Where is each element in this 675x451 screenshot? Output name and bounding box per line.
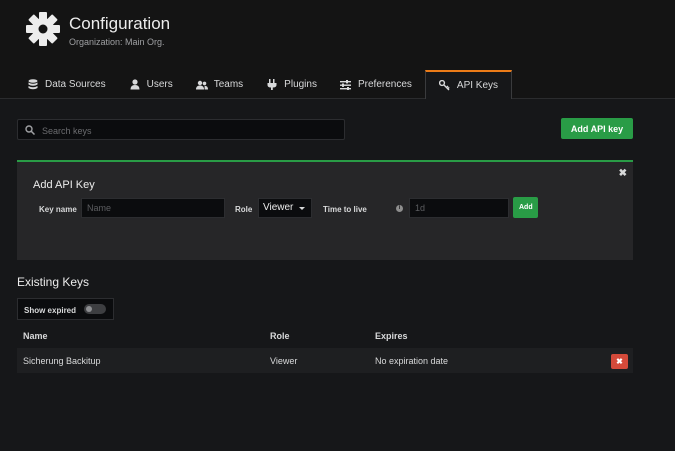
tab-preferences[interactable]: Preferences bbox=[330, 71, 425, 98]
ttl-label: Time to live bbox=[323, 205, 367, 214]
show-expired-label: Show expired bbox=[24, 306, 77, 315]
tab-api-keys[interactable]: API Keys bbox=[424, 70, 513, 99]
key-name-cell: Sicherung Backitup bbox=[23, 356, 101, 366]
ttl-input[interactable] bbox=[409, 198, 509, 218]
tab-label: Plugins bbox=[284, 79, 317, 90]
search-icon bbox=[25, 125, 35, 135]
tab-teams[interactable]: Teams bbox=[186, 71, 256, 98]
tab-users[interactable]: Users bbox=[119, 71, 186, 98]
search-box bbox=[17, 119, 345, 140]
column-header-expires: Expires bbox=[375, 331, 408, 341]
times-icon: ✖ bbox=[616, 357, 623, 366]
delete-key-button[interactable]: ✖ bbox=[611, 354, 628, 369]
column-header-role: Role bbox=[270, 331, 290, 341]
tab-bar: Data Sources Users Teams Plugins Prefere… bbox=[17, 70, 513, 99]
users-icon bbox=[195, 79, 208, 91]
search-input[interactable] bbox=[40, 122, 339, 139]
page-title: Configuration bbox=[69, 14, 171, 33]
role-select[interactable]: Viewer bbox=[258, 198, 312, 218]
user-icon bbox=[129, 79, 141, 91]
show-expired-switch: Show expired bbox=[17, 298, 114, 320]
toggle-knob bbox=[86, 306, 92, 312]
close-icon[interactable]: ✖ bbox=[619, 168, 627, 179]
column-header-name: Name bbox=[23, 331, 48, 341]
plug-icon bbox=[266, 79, 278, 91]
gear-icon bbox=[26, 12, 60, 46]
add-api-key-panel: ✖ Add API Key Key name Role Viewer Time … bbox=[17, 160, 633, 260]
key-name-input[interactable] bbox=[81, 198, 225, 218]
caret-down-icon bbox=[299, 207, 305, 210]
role-value: Viewer bbox=[263, 202, 294, 213]
key-name-label: Key name bbox=[39, 205, 77, 214]
info-icon[interactable]: i bbox=[396, 205, 403, 212]
database-icon bbox=[27, 79, 39, 91]
tab-label: Data Sources bbox=[45, 79, 106, 90]
key-role-cell: Viewer bbox=[270, 356, 298, 366]
add-api-key-button[interactable]: Add API key bbox=[561, 118, 633, 139]
table-row: Sicherung Backitup Viewer No expiration … bbox=[17, 348, 633, 373]
panel-title: Add API Key bbox=[33, 179, 95, 191]
show-expired-toggle[interactable] bbox=[84, 304, 106, 314]
tab-label: Preferences bbox=[357, 79, 412, 90]
page-header: Configuration Organization: Main Org. Da… bbox=[0, 0, 675, 99]
key-icon bbox=[439, 80, 451, 92]
add-button[interactable]: Add bbox=[513, 197, 538, 218]
sliders-icon bbox=[340, 79, 352, 91]
tab-label: Users bbox=[146, 79, 173, 90]
existing-keys-heading: Existing Keys bbox=[17, 275, 90, 289]
tab-label: API Keys bbox=[456, 80, 499, 91]
page-subtitle: Organization: Main Org. bbox=[69, 37, 165, 47]
tab-data-sources[interactable]: Data Sources bbox=[17, 71, 119, 98]
tab-plugins[interactable]: Plugins bbox=[256, 71, 330, 98]
role-label: Role bbox=[235, 205, 253, 214]
key-expires-cell: No expiration date bbox=[375, 356, 449, 366]
tab-label: Teams bbox=[213, 79, 244, 90]
